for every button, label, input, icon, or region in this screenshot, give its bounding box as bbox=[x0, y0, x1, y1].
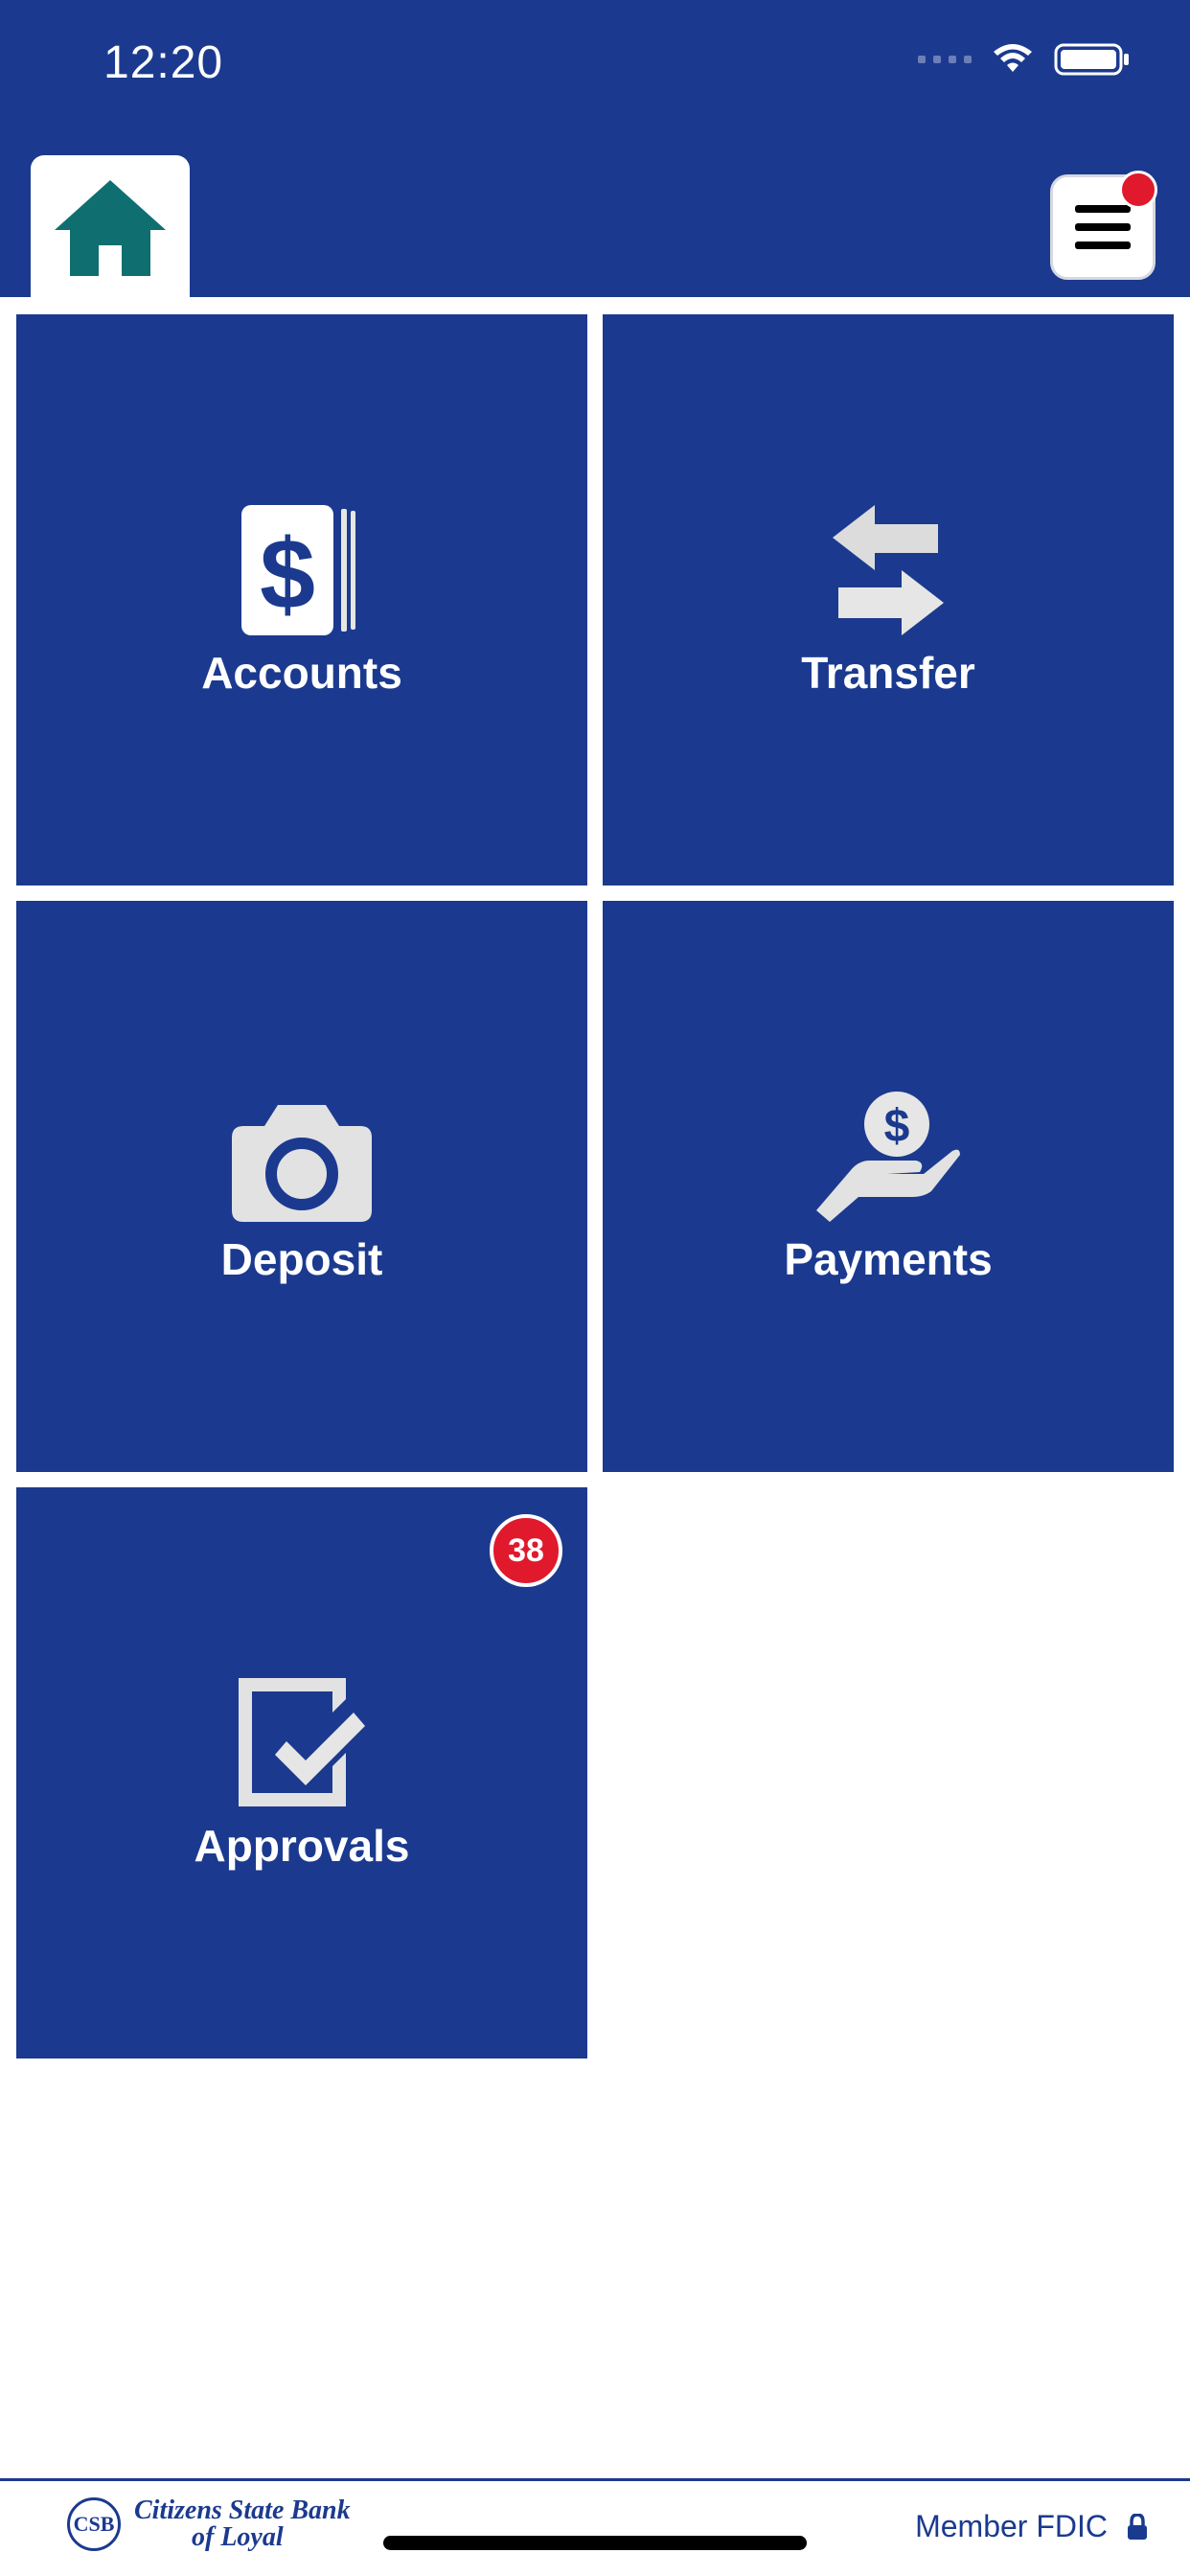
bank-name: Citizens State Bank of Loyal bbox=[134, 2497, 351, 2551]
notification-dot bbox=[1119, 171, 1157, 209]
home-indicator[interactable] bbox=[383, 2536, 807, 2550]
dollar-cards-icon: $ bbox=[241, 505, 355, 635]
checkbox-icon bbox=[239, 1678, 365, 1806]
member-fdic: Member FDIC bbox=[915, 2509, 1148, 2544]
wifi-icon bbox=[994, 44, 1032, 72]
approvals-count-badge: 38 bbox=[490, 1514, 562, 1587]
camera-icon bbox=[232, 1105, 372, 1222]
status-time: 12:20 bbox=[103, 37, 224, 88]
tile-transfer[interactable]: Transfer bbox=[603, 314, 1174, 886]
tile-deposit[interactable]: Deposit bbox=[16, 901, 587, 1472]
lock-icon bbox=[1128, 2513, 1147, 2540]
battery-icon bbox=[1054, 43, 1129, 76]
bank-name-line2: of Loyal bbox=[192, 2522, 284, 2552]
tile-approvals[interactable]: 38 Approvals bbox=[16, 1487, 587, 2058]
status-icons bbox=[918, 42, 1131, 77]
cellular-signal-icon bbox=[918, 56, 972, 63]
tile-label: Payments bbox=[784, 1234, 993, 1284]
svg-text:$: $ bbox=[260, 519, 315, 631]
home-tab[interactable] bbox=[31, 155, 190, 299]
transfer-arrows-icon bbox=[833, 505, 944, 635]
bank-seal: CSB bbox=[67, 2497, 121, 2551]
tile-label: Accounts bbox=[201, 648, 402, 698]
tile-label: Deposit bbox=[220, 1234, 383, 1284]
tile-label: Approvals bbox=[194, 1821, 410, 1871]
bank-logo: CSB Citizens State Bank of Loyal bbox=[67, 2497, 351, 2551]
tile-label: Transfer bbox=[801, 648, 975, 698]
member-fdic-text: Member FDIC bbox=[915, 2509, 1108, 2543]
tile-payments[interactable]: $ Payments bbox=[603, 901, 1174, 1472]
tile-accounts[interactable]: $ Accounts bbox=[16, 314, 587, 886]
home-icon bbox=[55, 180, 166, 276]
svg-text:$: $ bbox=[884, 1101, 910, 1152]
footer-divider bbox=[0, 2478, 1190, 2481]
hamburger-menu-icon bbox=[1075, 205, 1131, 249]
bank-name-line1: Citizens State Bank bbox=[134, 2496, 351, 2525]
hand-coin-icon: $ bbox=[816, 1092, 960, 1222]
app-header: 12:20 bbox=[0, 0, 1190, 299]
